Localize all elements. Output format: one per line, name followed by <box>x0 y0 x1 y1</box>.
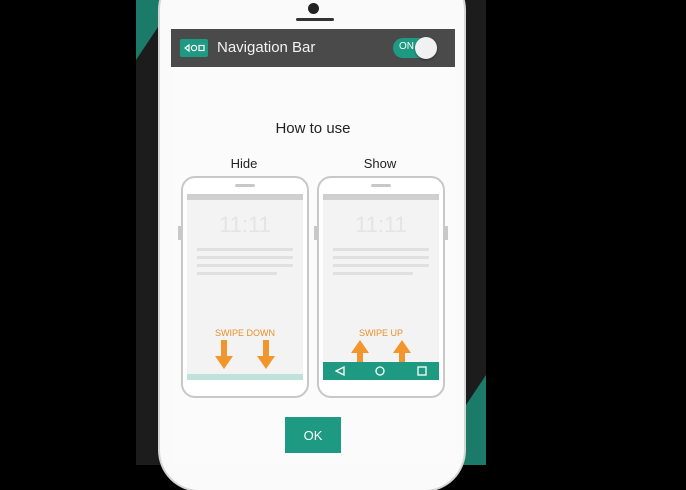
swipe-down-text: SWIPE DOWN <box>215 328 275 338</box>
mini-text-line <box>333 272 413 275</box>
navigation-bar-icon <box>180 39 208 57</box>
shown-nav-bar <box>323 362 439 380</box>
toggle-label: ON <box>399 41 414 52</box>
mini-speaker <box>371 184 391 187</box>
arrow-down-icon <box>215 340 233 369</box>
mini-text-line <box>333 256 429 259</box>
mini-text-line <box>197 272 277 275</box>
mini-status-bar <box>187 194 303 200</box>
on-off-toggle[interactable]: ON <box>393 37 437 59</box>
app-bar: Navigation Bar ON <box>171 29 455 67</box>
swipe-up-text: SWIPE UP <box>358 328 403 338</box>
mini-status-bar <box>323 194 439 200</box>
mini-side-button <box>445 226 448 240</box>
mini-text-line <box>197 256 293 259</box>
mini-text-line <box>333 264 429 267</box>
arrow-down-icon <box>257 340 275 369</box>
mini-text-line <box>333 248 429 251</box>
show-illustration: 11:11 SWIPE UP <box>314 176 448 398</box>
how-to-use-dialog: How to use Hide 11:11 SWIPE DOWN Show 11… <box>171 67 455 465</box>
mini-side-button <box>178 226 181 240</box>
screen: Navigation Bar ON How to use Hide 11:11 … <box>171 29 455 465</box>
earpiece <box>296 18 334 21</box>
mini-speaker <box>235 184 255 187</box>
hidden-nav-bar <box>187 374 303 380</box>
hide-illustration: 11:11 SWIPE DOWN <box>178 176 309 398</box>
hide-title: Hide <box>230 156 258 171</box>
mini-screen: 11:11 SWIPE UP <box>323 194 439 380</box>
mini-text-line <box>197 264 293 267</box>
mini-clock: 11:11 <box>355 212 407 237</box>
mini-screen: 11:11 SWIPE DOWN <box>187 194 303 380</box>
recents-square-icon <box>417 366 427 376</box>
camera <box>308 3 319 14</box>
dialog-title: How to use <box>275 120 351 137</box>
mini-side-button <box>314 226 317 240</box>
show-title: Show <box>363 156 397 171</box>
home-circle-icon <box>375 366 385 376</box>
mini-text-line <box>197 248 293 251</box>
back-triangle-icon <box>335 366 345 376</box>
mini-clock: 11:11 <box>219 212 271 237</box>
toggle-knob <box>415 37 437 59</box>
app-title: Navigation Bar <box>217 39 316 56</box>
ok-button[interactable]: OK <box>285 417 341 453</box>
